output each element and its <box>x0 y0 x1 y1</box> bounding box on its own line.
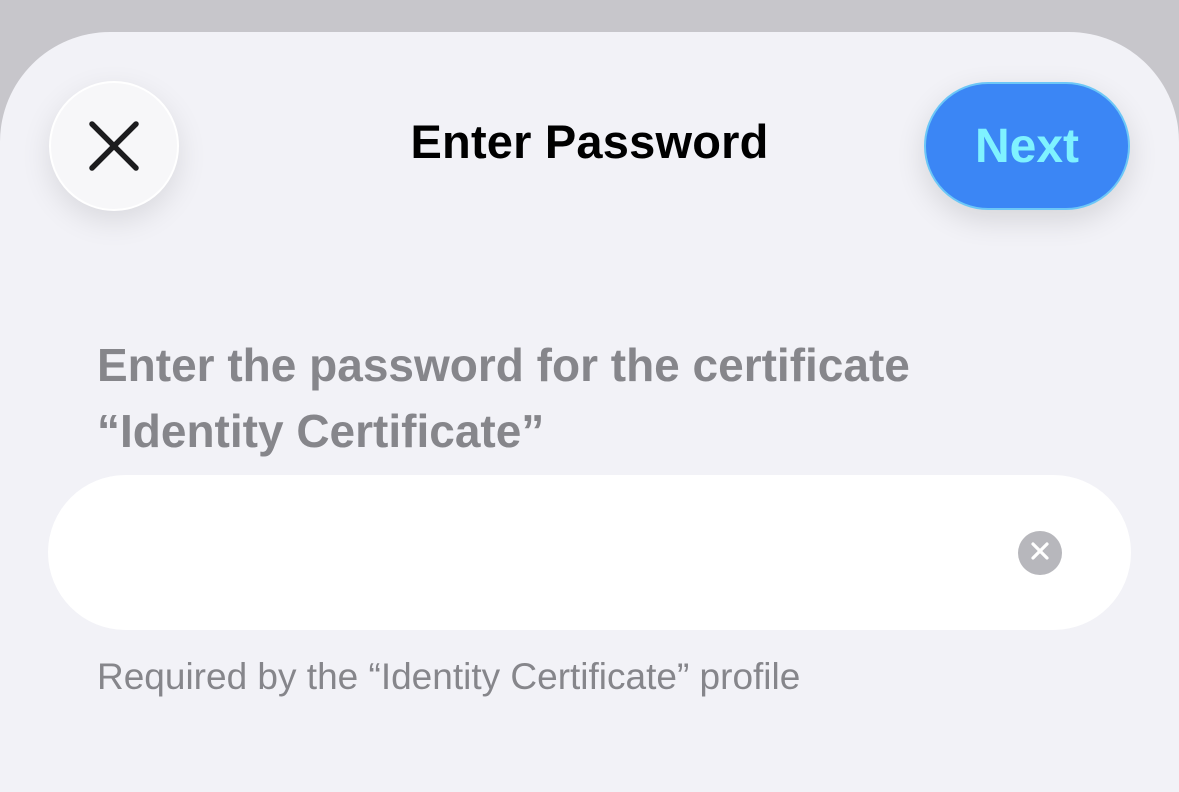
password-input[interactable] <box>108 475 988 630</box>
password-field[interactable] <box>48 475 1131 630</box>
nav-bar: Enter Password Next <box>0 32 1179 272</box>
prompt-line-2: “Identity Certificate” <box>97 405 545 457</box>
clear-icon <box>1030 541 1050 566</box>
prompt-line-1: Enter the password for the certificate <box>97 339 910 391</box>
footnote: Required by the “Identity Certificate” p… <box>97 656 801 697</box>
clear-button[interactable] <box>1018 531 1062 575</box>
password-sheet: Enter Password Next Enter the password f… <box>0 32 1179 792</box>
password-prompt: Enter the password for the certificate “… <box>97 332 1097 464</box>
next-button[interactable]: Next <box>924 82 1130 210</box>
